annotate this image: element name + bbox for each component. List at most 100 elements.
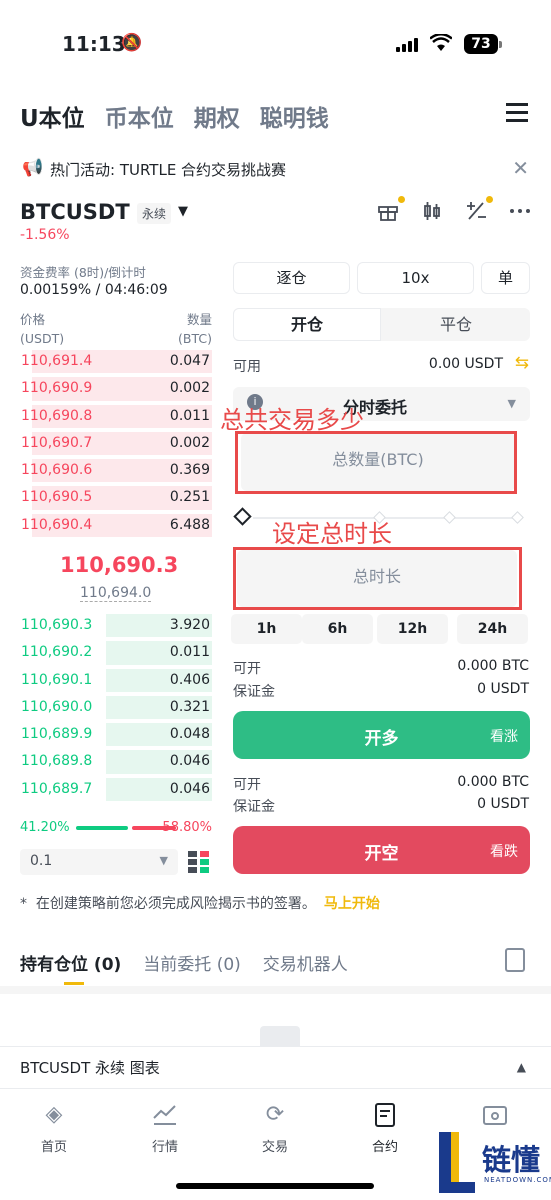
top-tabs: U本位 币本位 期权 聪明钱 [20,96,329,136]
ask-row[interactable]: 110,690.4 6.488 [0,512,212,539]
calculator-icon[interactable] [465,196,493,227]
order-price: 110,690.3 [21,617,93,633]
triangle-down-icon: ▼ [159,854,168,867]
order-qty: 0.251 [169,489,210,506]
nav-trade[interactable]: ⟳ 交易 [240,1102,310,1155]
battery-tip [499,41,502,48]
last-price: 110,690.3 [60,553,179,577]
tab-trading-bots[interactable]: 交易机器人 [263,950,348,975]
tab-coinm[interactable]: 币本位 [105,99,174,133]
position-mode-button[interactable]: 单 [481,262,530,294]
qty-header: 数量 (BTC) [178,312,212,346]
symbol-tools [377,196,531,227]
tab-close[interactable]: 平仓 [382,308,530,341]
bell-muted-icon: 🔕 [121,33,143,53]
bid-row[interactable]: 110,690.1 0.406 [0,667,212,694]
duration-24h[interactable]: 24h [457,614,528,644]
nav-home[interactable]: ◈ 首页 [19,1102,89,1155]
order-qty: 3.920 [169,617,210,633]
duration-1h[interactable]: 1h [231,614,302,644]
megaphone-icon: 📢 [22,158,44,178]
open-short-button[interactable]: 开空 看跌 [233,826,530,874]
can-open-label: 可开 [233,777,261,793]
price-change: -1.56% [20,227,70,243]
open-close-toggle: 开仓 平仓 [233,308,530,341]
ask-row[interactable]: 110,690.6 0.369 [0,457,212,484]
chart-toggle-label[interactable]: BTCUSDT 永续 图表 [20,1057,160,1078]
divider [0,1046,551,1047]
start-now-link[interactable]: 马上开始 [324,896,380,912]
active-tab-indicator [64,982,84,985]
order-price: 110,690.8 [21,407,93,424]
tab-open-orders[interactable]: 当前委托 (0) [143,950,240,975]
duration-6h[interactable]: 6h [302,614,373,644]
slider-handle[interactable] [233,507,252,526]
tab-options[interactable]: 期权 [194,99,240,133]
order-qty: 0.047 [169,353,210,369]
bid-row[interactable]: 110,690.3 3.920 [0,612,212,639]
order-price: 110,690.5 [21,489,93,506]
annotation-total-time: 设定总时长 [272,520,392,548]
more-icon[interactable] [509,200,531,227]
funding-rate-label: 资金费率 (8时)/倒计时 [20,265,146,280]
ask-row[interactable]: 110,690.9 0.002 [0,375,212,402]
order-qty: 0.369 [169,462,210,479]
bid-list: 110,690.3 3.920 110,690.2 0.011 110,690.1 0.4… [0,612,212,803]
annotation-box-time [233,547,522,610]
ask-row[interactable]: 110,690.8 0.011 [0,403,212,430]
risk-note: * 在创建策略前您必须完成风险揭示书的签署。 马上开始 [20,896,380,912]
section-divider [0,986,551,994]
tab-open[interactable]: 开仓 [233,308,381,341]
order-history-icon[interactable] [505,948,525,972]
bid-row[interactable]: 110,690.0 0.321 [0,694,212,721]
annotation-box-qty [235,431,517,494]
order-qty: 0.002 [169,434,210,451]
open-long-button[interactable]: 开多 看涨 [233,711,530,759]
candlestick-icon[interactable] [421,200,443,227]
ask-row[interactable]: 110,690.5 0.251 [0,484,212,511]
swap-icon: ⟳ [265,1102,285,1127]
banner-text: 热门活动: TURTLE 合约交易挑战赛 [50,161,287,179]
sell-ratio: 58.80% [162,820,212,835]
watermark-text: 链懂 [482,1143,541,1177]
wifi-icon [429,33,453,57]
ask-row[interactable]: 110,690.7 0.002 [0,430,212,457]
margin-mode-button[interactable]: 逐仓 [233,262,350,294]
leverage-button[interactable]: 10x [357,262,474,294]
transfer-icon[interactable]: ⇆ [515,353,529,373]
menu-icon[interactable] [506,103,528,122]
order-qty: 0.046 [169,753,210,770]
available-label: 可用 [233,359,261,375]
order-qty: 0.048 [169,726,210,743]
bid-row[interactable]: 110,689.7 0.046 [0,776,212,803]
close-icon[interactable]: ✕ [512,156,529,180]
nav-markets[interactable]: 行情 [130,1102,200,1155]
orderbook-layout-icon[interactable] [188,851,210,873]
promo-banner[interactable]: 📢 热门活动: TURTLE 合约交易挑战赛 ✕ [0,150,551,188]
buy-sell-ratio: 41.20% 58.80% [20,820,212,835]
caret-up-icon[interactable]: ▲ [517,1060,526,1074]
bid-row[interactable]: 110,689.9 0.048 [0,721,212,748]
price-step-select[interactable]: 0.1 ▼ [20,849,178,875]
slider-node[interactable] [511,511,524,524]
bid-row[interactable]: 110,689.8 0.046 [0,748,212,775]
watermark-subtext: NEATDOWN.COM [484,1176,551,1184]
bid-row[interactable]: 110,690.2 0.011 [0,639,212,666]
order-qty: 0.321 [169,698,210,715]
slider-node[interactable] [443,511,456,524]
duration-12h[interactable]: 12h [377,614,448,644]
margin-value: 0 USDT [477,681,529,697]
tab-usdm[interactable]: U本位 [20,99,85,133]
caret-down-icon[interactable]: ▼ [178,204,188,219]
symbol-name[interactable]: BTCUSDT [20,200,130,224]
margin-label: 保证金 [233,684,275,700]
nav-futures[interactable]: 合约 [350,1102,420,1155]
tab-positions[interactable]: 持有仓位 (0) [20,950,121,975]
clock: 11:13 [62,32,126,56]
tab-smart-money[interactable]: 聪明钱 [260,99,329,133]
gift-icon[interactable] [377,196,405,227]
ask-row[interactable]: 110,691.4 0.047 [0,348,212,375]
order-qty: 0.002 [169,380,210,397]
order-qty: 0.046 [169,780,210,797]
order-qty: 0.406 [169,671,210,688]
